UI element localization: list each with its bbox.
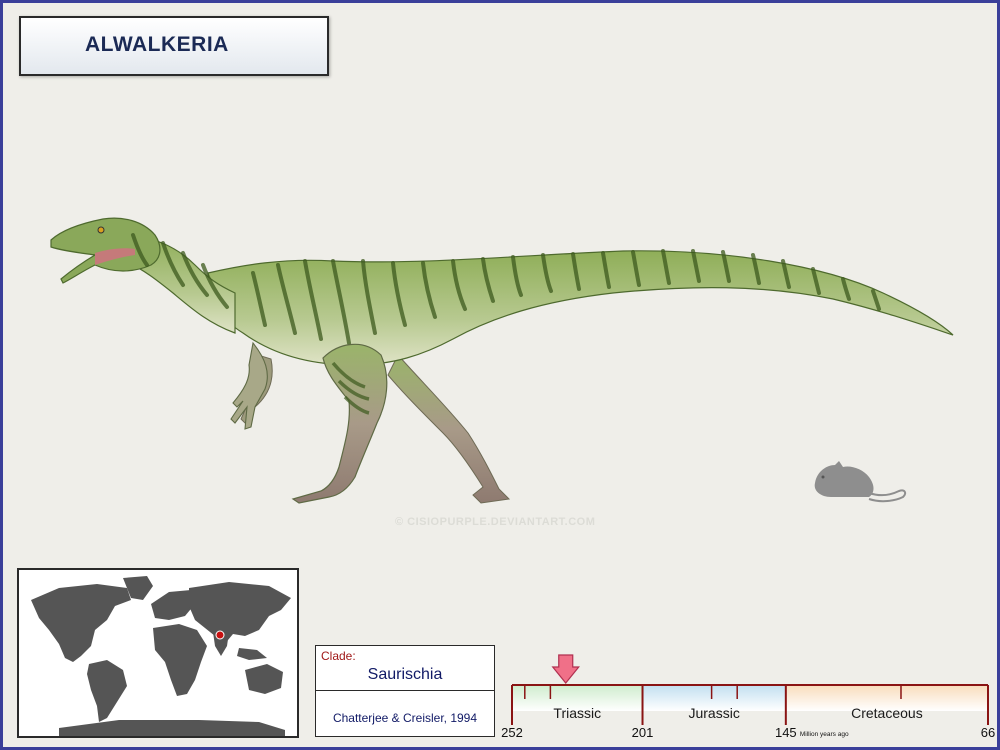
dinosaur-body (207, 250, 954, 366)
tick-label: 201 (632, 725, 654, 740)
world-map-graphic (31, 576, 291, 736)
tick-label: 252 (501, 725, 523, 740)
watermark: © CISIOPURPLE.DEVIANTART.COM (395, 516, 596, 528)
time-marker-arrow (551, 654, 581, 684)
location-marker (215, 630, 225, 640)
world-map (17, 568, 299, 738)
tick-label: 66 (981, 725, 995, 740)
authority: Chatterjee & Creisler, 1994 (332, 711, 478, 725)
period-label-cretaceous: Cretaceous (851, 705, 923, 721)
dinosaur-far-hindlimb (387, 354, 511, 504)
mouse-silhouette (814, 461, 907, 503)
clade-label: Clade: (321, 649, 356, 663)
unit-label: Million years ago (800, 731, 849, 738)
period-label-jurassic: Jurassic (688, 705, 739, 721)
clade-value: Saurischia (367, 666, 443, 683)
page: ALWALKERIA © CISIOPURPLE.DEVIANTART.COM … (0, 0, 1000, 750)
dinosaur-eye (97, 226, 105, 234)
tick-label: 145 (775, 725, 797, 740)
period-label-triassic: Triassic (553, 705, 601, 721)
clade-divider (316, 690, 494, 691)
geologic-timeline: Triassic Jurassic Cretaceous 252 201 145 66 Mil… (501, 654, 995, 740)
clade-box: Clade: Saurischia Chatterjee & Creisler,… (315, 645, 495, 737)
dinosaur-near-arm (230, 341, 268, 430)
